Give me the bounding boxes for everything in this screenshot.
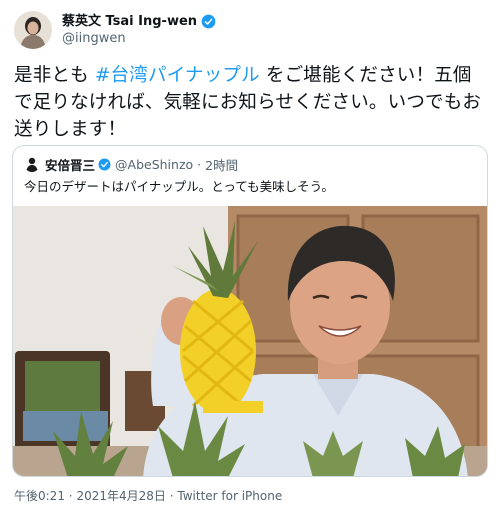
author-handle[interactable]: @iingwen <box>62 30 216 47</box>
author-name[interactable]: 蔡英文 Tsai Ing-wen <box>62 13 197 30</box>
quoted-verified-badge-icon <box>98 158 111 170</box>
footer-separator: · <box>68 489 73 503</box>
tweet-date[interactable]: 2021年4月28日 <box>76 489 165 503</box>
quoted-text: 今日のデザートはパイナップル。とっても美味しそう。 <box>24 179 334 194</box>
quoted-handle: @AbeShinzo <box>115 156 194 172</box>
quoted-photo[interactable] <box>13 206 487 476</box>
quoted-header: 安倍晋三 @AbeShinzo · 2時間 <box>24 155 238 173</box>
tweet-time[interactable]: 午後0:21 <box>14 489 65 503</box>
verified-badge-icon <box>201 14 216 29</box>
hashtag-link[interactable]: #台湾パイナップル <box>95 65 260 86</box>
quoted-avatar <box>24 156 40 172</box>
tweet-text-before: 是非とも <box>14 65 95 86</box>
quoted-author-name: 安倍晋三 <box>45 157 96 173</box>
author-names: 蔡英文 Tsai Ing-wen @iingwen <box>62 13 216 47</box>
footer-separator: · <box>169 489 174 503</box>
quoted-tweet[interactable]: 安倍晋三 @AbeShinzo · 2時間 今日のデザートはパイナップル。とって… <box>12 145 488 477</box>
tweet[interactable]: 蔡英文 Tsai Ing-wen @iingwen 是非とも #台湾パイナップル… <box>0 0 500 509</box>
tweet-text: 是非とも #台湾パイナップル をご堪能ください！五個で足りなければ、気軽にお知ら… <box>14 62 488 143</box>
tweet-source[interactable]: Twitter for iPhone <box>177 489 282 503</box>
tweet-footer: 午後0:21 · 2021年4月28日 · Twitter for iPhone <box>14 488 282 504</box>
avatar[interactable] <box>14 11 52 49</box>
photo-illustration <box>13 206 487 476</box>
author-name-row: 蔡英文 Tsai Ing-wen <box>62 13 216 30</box>
tweet-header: 蔡英文 Tsai Ing-wen @iingwen <box>14 9 216 51</box>
quoted-separator: · <box>197 156 202 172</box>
quoted-time: 2時間 <box>205 157 239 173</box>
